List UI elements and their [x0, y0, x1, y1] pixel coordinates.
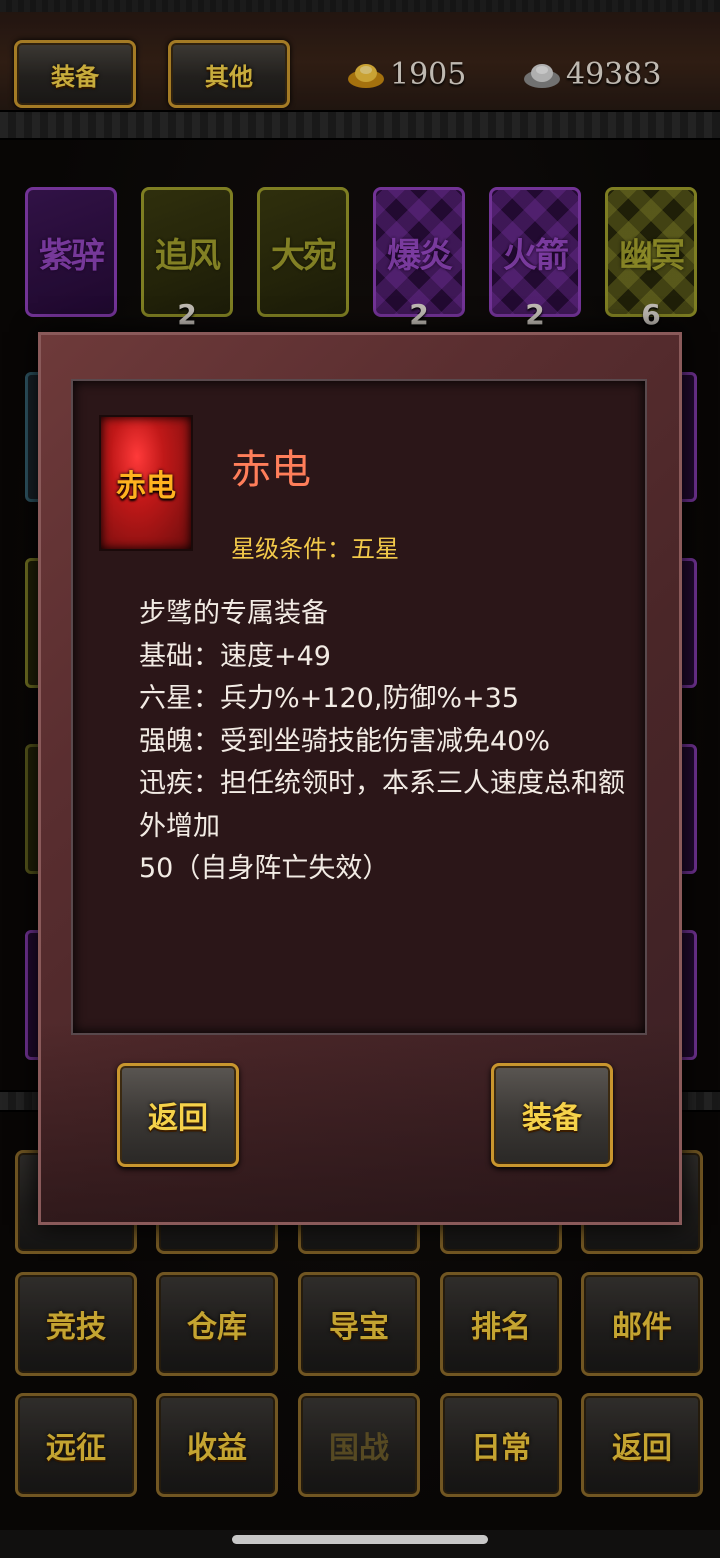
description-line: 六星：兵力%+120,防御%+35: [139, 683, 520, 714]
item-title: 赤电: [231, 447, 311, 493]
description-line: 基础：速度+49: [139, 640, 331, 672]
item-description: 步骘的专属装备 基础：速度+49 六星：兵力%+120,防御%+35 强魄：受到…: [139, 593, 629, 891]
description-line: 迅疾：担任统领时，本系三人速度总和额外增加: [139, 768, 625, 842]
back-button[interactable]: 返回: [117, 1063, 239, 1167]
game-screen: 装备 其他 1905 49383 紫骍 追风 大宛 爆炎 火箭 幽冥 2 2 2…: [0, 0, 720, 1558]
description-line: 强魄：受到坐骑技能伤害减免40%: [139, 725, 551, 757]
detail-panel: 赤电 赤电 星级条件：五星 步骘的专属装备 基础：速度+49 六星：兵力%+12…: [71, 379, 647, 1035]
description-line: 步骘的专属装备: [139, 598, 328, 629]
item-icon-label: 赤电: [116, 469, 176, 504]
description-line: 50（自身阵亡失效）: [139, 853, 390, 884]
item-icon: 赤电: [99, 415, 193, 551]
equipment-detail-dialog: 赤电 赤电 星级条件：五星 步骘的专属装备 基础：速度+49 六星：兵力%+12…: [38, 332, 682, 1225]
star-condition: 星级条件：五星: [231, 535, 399, 563]
equip-button[interactable]: 装备: [491, 1063, 613, 1167]
